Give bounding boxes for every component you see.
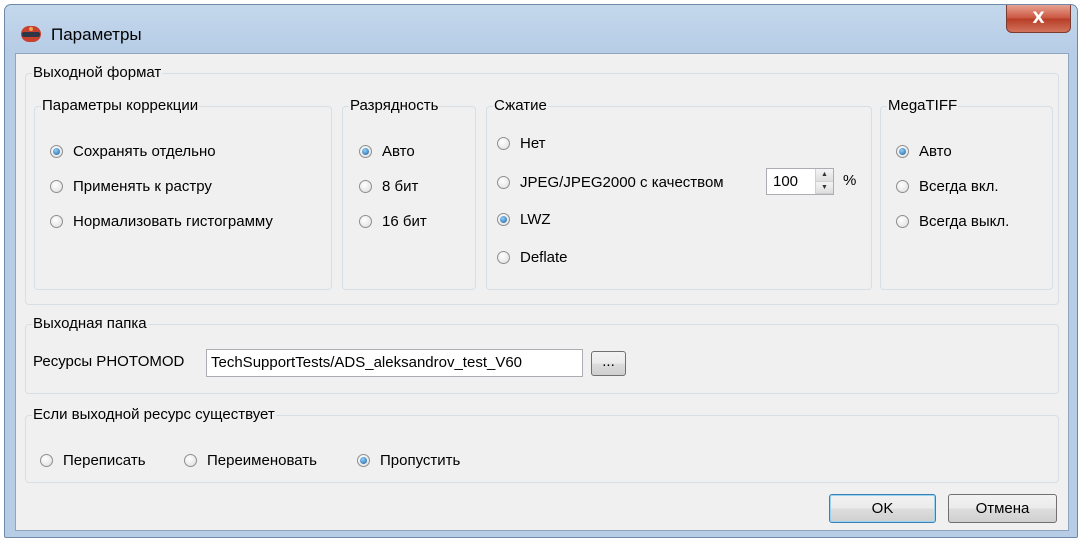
- dialog-client-area: Выходной формат Параметры коррекции Сохр…: [15, 53, 1069, 531]
- radio-label: JPEG/JPEG2000 с качеством: [520, 173, 724, 191]
- radio-bit-8[interactable]: 8 бит: [359, 176, 418, 196]
- radio-normalize-histogram[interactable]: Нормализовать гистограмму: [50, 211, 273, 231]
- cancel-button[interactable]: Отмена: [948, 494, 1057, 523]
- ok-button[interactable]: OK: [829, 494, 936, 523]
- radio-compression-deflate[interactable]: Deflate: [497, 247, 568, 267]
- quality-spinbox[interactable]: 100 ▲ ▼: [766, 168, 834, 195]
- radio-indicator: [359, 214, 372, 228]
- radio-indicator: [50, 179, 63, 193]
- radio-label: LWZ: [520, 210, 551, 228]
- title-bar: Параметры X: [5, 5, 1077, 55]
- close-icon: X: [1032, 8, 1045, 27]
- radio-rename[interactable]: Переименовать: [184, 450, 317, 470]
- radio-megatiff-always-off[interactable]: Всегда выкл.: [896, 211, 1009, 231]
- radio-label: 16 бит: [382, 212, 427, 230]
- compression-title: Сжатие: [493, 97, 548, 115]
- correction-title: Параметры коррекции: [41, 97, 200, 115]
- radio-indicator: [359, 179, 372, 193]
- spin-down-icon[interactable]: ▼: [816, 181, 833, 194]
- bit-depth-group: Разрядность Авто 8 бит 16 бит: [342, 97, 476, 290]
- radio-apply-to-raster[interactable]: Применять к растру: [50, 176, 212, 196]
- radio-label: Применять к растру: [73, 177, 212, 195]
- radio-indicator: [40, 453, 53, 467]
- spin-up-icon[interactable]: ▲: [816, 169, 833, 182]
- radio-indicator: [357, 453, 370, 467]
- radio-label: Сохранять отдельно: [73, 142, 216, 160]
- quality-spin-arrows: ▲ ▼: [815, 169, 833, 194]
- browse-button[interactable]: ...: [591, 351, 626, 376]
- bit-depth-title: Разрядность: [349, 97, 440, 115]
- output-folder-title: Выходная папка: [32, 315, 148, 333]
- radio-label: Переименовать: [207, 451, 317, 469]
- radio-megatiff-always-on[interactable]: Всегда вкл.: [896, 176, 999, 196]
- radio-indicator: [497, 212, 510, 226]
- output-format-group: Выходной формат Параметры коррекции Сохр…: [25, 64, 1059, 305]
- radio-label: Всегда вкл.: [919, 177, 999, 195]
- compression-group: Сжатие Нет JPEG/JPEG2000 с качеством 100…: [486, 97, 872, 290]
- radio-indicator: [50, 214, 63, 228]
- if-exists-title: Если выходной ресурс существует: [32, 406, 276, 424]
- radio-compression-none[interactable]: Нет: [497, 133, 546, 153]
- radio-compression-jpeg[interactable]: JPEG/JPEG2000 с качеством: [497, 172, 724, 192]
- megatiff-title: MegaTIFF: [887, 97, 959, 115]
- radio-label: Нет: [520, 134, 546, 152]
- radio-indicator: [497, 136, 510, 150]
- radio-label: 8 бит: [382, 177, 419, 195]
- radio-bit-16[interactable]: 16 бит: [359, 211, 427, 231]
- radio-label: Авто: [382, 142, 415, 160]
- output-folder-path-field[interactable]: TechSupportTests/ADS_aleksandrov_test_V6…: [206, 349, 583, 377]
- radio-indicator: [184, 453, 197, 467]
- radio-skip[interactable]: Пропустить: [357, 450, 460, 470]
- output-format-title: Выходной формат: [32, 64, 163, 82]
- output-folder-group: Выходная папка Ресурсы PHOTOMOD TechSupp…: [25, 315, 1059, 394]
- close-button[interactable]: X: [1006, 5, 1071, 33]
- if-exists-group: Если выходной ресурс существует Переписа…: [25, 406, 1059, 483]
- radio-indicator: [896, 179, 909, 193]
- app-icon: [21, 26, 41, 42]
- radio-indicator: [359, 144, 372, 158]
- dialog-window: Параметры X Выходной формат Параметры ко…: [4, 4, 1078, 538]
- radio-label: Переписать: [63, 451, 146, 469]
- radio-indicator: [497, 250, 510, 264]
- quality-value: 100: [773, 173, 799, 190]
- radio-bit-auto[interactable]: Авто: [359, 141, 415, 161]
- correction-group: Параметры коррекции Сохранять отдельно П…: [34, 97, 332, 290]
- output-folder-label: Ресурсы PHOTOMOD: [33, 353, 185, 370]
- radio-label: Всегда выкл.: [919, 212, 1010, 230]
- radio-indicator: [896, 214, 909, 228]
- radio-indicator: [497, 175, 510, 189]
- window-title: Параметры: [51, 25, 142, 44]
- megatiff-group: MegaTIFF Авто Всегда вкл. Всегда выкл.: [880, 97, 1053, 290]
- radio-label: Нормализовать гистограмму: [73, 212, 273, 230]
- radio-indicator: [50, 144, 63, 158]
- radio-indicator: [896, 144, 909, 158]
- radio-label: Авто: [919, 142, 952, 160]
- radio-overwrite[interactable]: Переписать: [40, 450, 146, 470]
- radio-save-separately[interactable]: Сохранять отдельно: [50, 141, 216, 161]
- radio-megatiff-auto[interactable]: Авто: [896, 141, 952, 161]
- quality-unit: %: [843, 172, 857, 189]
- radio-label: Deflate: [520, 248, 568, 266]
- radio-label: Пропустить: [380, 451, 461, 469]
- radio-compression-lwz[interactable]: LWZ: [497, 209, 551, 229]
